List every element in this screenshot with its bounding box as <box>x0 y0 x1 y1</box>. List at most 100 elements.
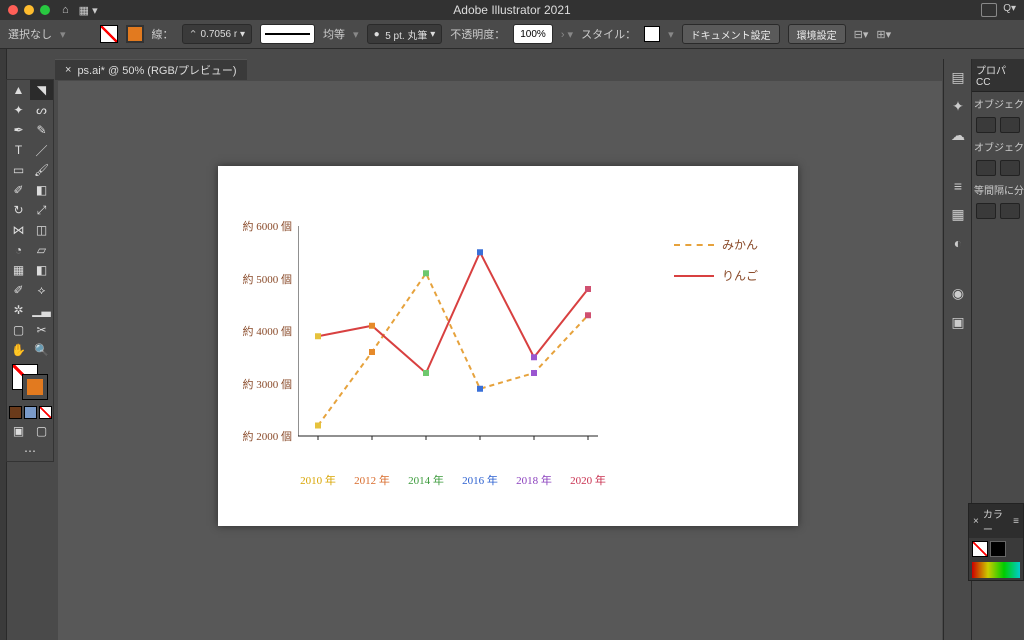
style-label: スタイル： <box>581 26 636 42</box>
line-chart: 約 2000 個約 3000 個約 4000 個約 5000 個約 6000 個… <box>298 226 698 466</box>
color-panel: ×カラー≡ <box>968 503 1024 581</box>
style-swatch[interactable] <box>644 26 660 42</box>
app-title: Adobe Illustrator 2021 <box>0 3 1024 17</box>
gradient-panel-icon[interactable]: ◐ <box>954 235 962 251</box>
align-icon[interactable]: ⊟▾ <box>854 28 869 41</box>
lasso-tool-icon[interactable]: ᔕ <box>30 100 53 120</box>
paintbrush-tool-icon[interactable]: 🖌 <box>30 160 53 180</box>
align-right-icon[interactable] <box>1000 117 1020 133</box>
align-left-icon[interactable] <box>976 117 996 133</box>
preferences-button[interactable]: 環境設定 <box>788 24 846 44</box>
column-graph-tool-icon[interactable]: ▁▃ <box>30 300 53 320</box>
selection-tool-icon[interactable]: ▲ <box>7 80 30 100</box>
toolbox: ▲◥ ✦ᔕ ✒✎ T／ ▭🖌 ✐◧ ↻⤢ ⋈◫ ◔▱ ▦◧ ✐⟡ ✲▁▃ ▢✂ … <box>6 79 54 462</box>
close-window-icon[interactable] <box>8 5 18 15</box>
shape-builder-tool-icon[interactable]: ◔ <box>7 240 30 260</box>
pen-tool-icon[interactable]: ✒ <box>7 120 30 140</box>
control-bar: 選択なし ▾ 線： ⌃ 0.7056 r ▾ 均等▾ ● 5 pt. 丸筆 ▾ … <box>0 20 1024 49</box>
y-tick-label: 約 2000 個 <box>243 428 293 444</box>
swatches-panel-icon[interactable]: ▦ <box>951 206 964 223</box>
chart-legend: みかん りんご <box>674 236 758 298</box>
stroke-width-input[interactable]: ⌃ 0.7056 r ▾ <box>182 24 253 44</box>
eraser-tool-icon[interactable]: ◧ <box>30 180 53 200</box>
symbol-sprayer-tool-icon[interactable]: ✲ <box>7 300 30 320</box>
fill-swatch[interactable] <box>100 25 118 43</box>
legend-line-dash-icon <box>674 244 714 246</box>
color-panel-label[interactable]: カラー <box>983 506 1009 536</box>
screen-mode-full-icon[interactable]: ▢ <box>30 421 53 441</box>
x-tick-label: 2012 年 <box>354 472 390 488</box>
opacity-input[interactable]: 100% <box>513 24 553 44</box>
stroke-style-preview[interactable] <box>260 24 315 44</box>
legend-item-ringo: りんご <box>674 267 758 284</box>
color-stroke-swatch[interactable] <box>990 541 1006 557</box>
blend-tool-icon[interactable]: ⟡ <box>30 280 53 300</box>
stroke-swatch[interactable] <box>126 25 144 43</box>
spacing-v-icon[interactable] <box>1000 203 1020 219</box>
x-tick-label: 2016 年 <box>462 472 498 488</box>
close-tab-icon[interactable]: × <box>65 64 71 76</box>
y-tick-label: 約 3000 個 <box>243 376 293 392</box>
stroke-panel-icon[interactable]: ≡ <box>954 178 962 194</box>
color-fill-swatch[interactable] <box>972 541 988 557</box>
window-controls <box>8 5 50 15</box>
symbols-panel-icon[interactable]: ▣ <box>951 314 964 331</box>
document-tab-label: ps.ai* @ 50% (RGB/プレビュー) <box>77 62 236 78</box>
width-tool-icon[interactable]: ⋈ <box>7 220 30 240</box>
y-tick-label: 約 4000 個 <box>243 323 293 339</box>
artboard-tool-icon[interactable]: ▢ <box>7 320 30 340</box>
free-transform-tool-icon[interactable]: ◫ <box>30 220 53 240</box>
artboard[interactable]: 約 2000 個約 3000 個約 4000 個約 5000 個約 6000 個… <box>218 166 798 526</box>
scale-tool-icon[interactable]: ⤢ <box>30 200 53 220</box>
rectangle-tool-icon[interactable]: ▭ <box>7 160 30 180</box>
selection-label: 選択なし <box>8 26 52 42</box>
document-tab[interactable]: × ps.ai* @ 50% (RGB/プレビュー) <box>55 59 247 80</box>
zoom-tool-icon[interactable]: 🔍 <box>30 340 53 360</box>
line-tool-icon[interactable]: ／ <box>30 140 53 160</box>
brush-select[interactable]: ● 5 pt. 丸筆 ▾ <box>367 24 443 44</box>
color-mode-swatches[interactable] <box>7 406 53 419</box>
x-tick-label: 2010 年 <box>300 472 336 488</box>
slice-tool-icon[interactable]: ✂ <box>30 320 53 340</box>
edit-toolbar-icon[interactable]: ⋯ <box>7 441 53 461</box>
home-icon[interactable]: ⌂ <box>62 4 69 16</box>
search-icon[interactable]: Q▾ <box>1003 3 1016 17</box>
distribute-v-icon[interactable] <box>1000 160 1020 176</box>
color-spectrum[interactable] <box>972 562 1020 578</box>
properties-panel-icon[interactable]: ▤ <box>951 69 964 86</box>
legend-item-mikan: みかん <box>674 236 758 253</box>
distribute-h-icon[interactable] <box>976 160 996 176</box>
curvature-tool-icon[interactable]: ✎ <box>30 120 53 140</box>
zoom-window-icon[interactable] <box>40 5 50 15</box>
brushes-panel-icon[interactable]: ☁ <box>951 127 965 144</box>
perspective-tool-icon[interactable]: ▱ <box>30 240 53 260</box>
x-tick-label: 2018 年 <box>516 472 552 488</box>
shaper-tool-icon[interactable]: ✐ <box>7 180 30 200</box>
workspace-icon[interactable] <box>981 3 997 17</box>
hand-tool-icon[interactable]: ✋ <box>7 340 30 360</box>
magic-wand-tool-icon[interactable]: ✦ <box>7 100 30 120</box>
prop-section-object2: オブジェク <box>972 135 1024 158</box>
gradient-tool-icon[interactable]: ◧ <box>30 260 53 280</box>
close-panel-icon[interactable]: × <box>973 516 979 527</box>
direct-selection-tool-icon[interactable]: ◥ <box>30 80 53 100</box>
transform-icon[interactable]: ⊞▾ <box>876 28 891 41</box>
appearance-panel-icon[interactable]: ◉ <box>952 285 964 302</box>
libraries-panel-icon[interactable]: ✦ <box>952 98 964 115</box>
canvas[interactable]: 約 2000 個約 3000 個約 4000 個約 5000 個約 6000 個… <box>58 81 942 640</box>
fill-stroke-control[interactable] <box>12 364 48 400</box>
eyedropper-tool-icon[interactable]: ✐ <box>7 280 30 300</box>
spacing-h-icon[interactable] <box>976 203 996 219</box>
prop-section-object1: オブジェク <box>972 92 1024 115</box>
screen-mode-normal-icon[interactable]: ▣ <box>7 421 30 441</box>
arrange-icon[interactable]: ▦ ▾ <box>79 4 98 17</box>
x-tick-label: 2014 年 <box>408 472 444 488</box>
mesh-tool-icon[interactable]: ▦ <box>7 260 30 280</box>
type-tool-icon[interactable]: T <box>7 140 30 160</box>
rotate-tool-icon[interactable]: ↻ <box>7 200 30 220</box>
stroke-label: 線： <box>152 26 174 42</box>
properties-panel-header[interactable]: プロパ CC <box>972 59 1024 92</box>
minimize-window-icon[interactable] <box>24 5 34 15</box>
document-setup-button[interactable]: ドキュメント設定 <box>682 24 780 44</box>
legend-line-solid-icon <box>674 275 714 277</box>
